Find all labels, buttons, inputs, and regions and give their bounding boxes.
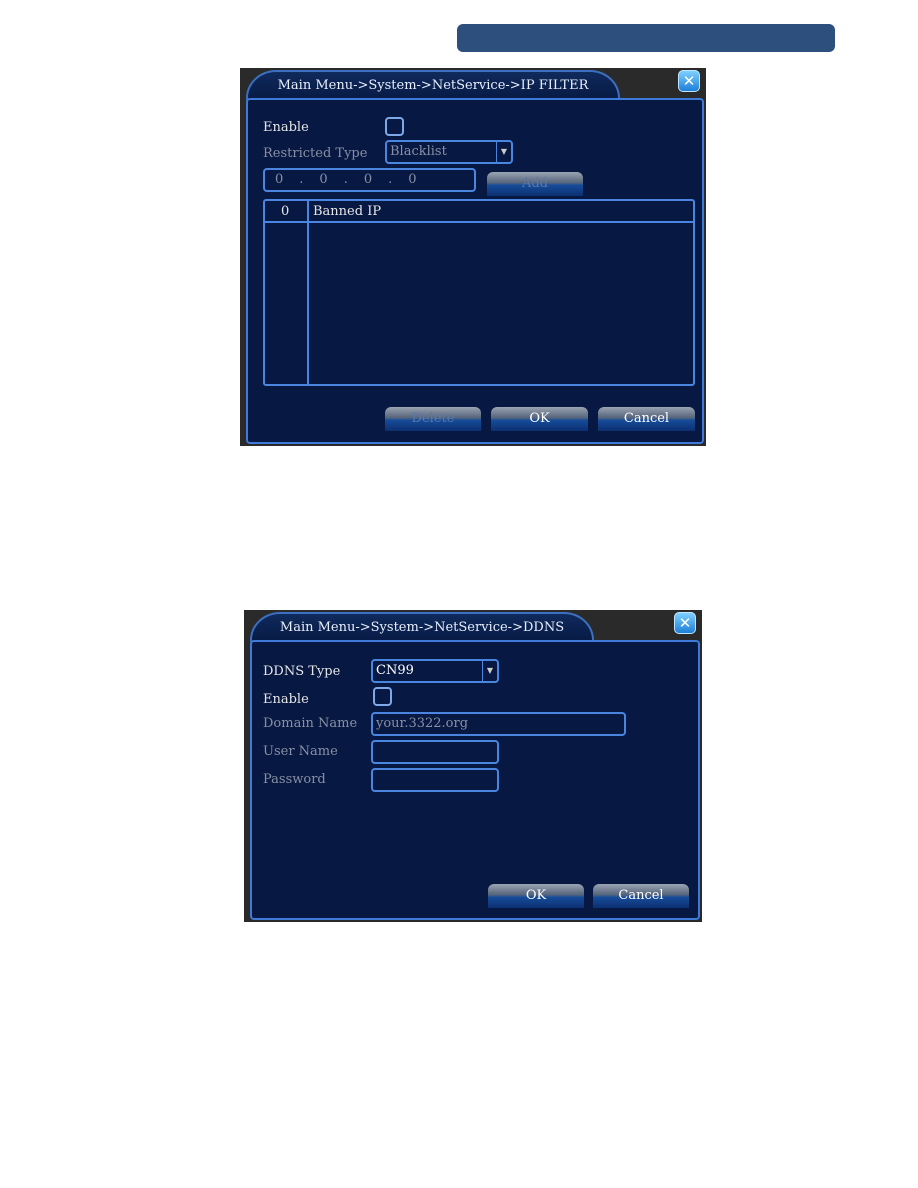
- dialog-body: DDNS Type CN99 ▼ Enable Domain Name your…: [250, 640, 700, 920]
- ddns-type-value: CN99: [376, 663, 414, 678]
- ddns-type-select[interactable]: CN99 ▼: [371, 659, 499, 683]
- enable-label: Enable: [263, 120, 309, 135]
- ddns-type-label: DDNS Type: [263, 664, 341, 679]
- password-label: Password: [263, 772, 326, 787]
- delete-button[interactable]: Delete: [385, 407, 481, 431]
- password-input[interactable]: [371, 768, 499, 792]
- dialog-title: Main Menu->System->NetService->DDNS: [250, 612, 594, 642]
- dialog-title: Main Menu->System->NetService->IP FILTER: [246, 70, 620, 100]
- restricted-type-value: Blacklist: [390, 144, 447, 159]
- ddns-dialog: Main Menu->System->NetService->DDNS ✕ DD…: [244, 610, 702, 922]
- domain-name-input[interactable]: your.3322.org: [371, 712, 626, 736]
- ip-separator: .: [388, 172, 393, 187]
- enable-checkbox[interactable]: [373, 687, 392, 706]
- banned-ip-table: 0 Banned IP: [263, 199, 695, 386]
- chevron-down-icon: ▼: [482, 661, 497, 681]
- ip-octet-2[interactable]: 0: [319, 170, 327, 190]
- restricted-type-label: Restricted Type: [263, 146, 368, 161]
- domain-name-label: Domain Name: [263, 716, 358, 731]
- user-name-input[interactable]: [371, 740, 499, 764]
- chevron-down-icon: ▼: [496, 142, 511, 162]
- restricted-type-select[interactable]: Blacklist ▼: [385, 140, 513, 164]
- ok-button[interactable]: OK: [488, 884, 584, 908]
- ip-address-input[interactable]: 0. 0. 0. 0: [263, 168, 476, 192]
- index-header: 0: [281, 204, 290, 219]
- close-icon[interactable]: ✕: [678, 70, 700, 92]
- ip-filter-dialog: Main Menu->System->NetService->IP FILTER…: [240, 68, 706, 446]
- user-name-label: User Name: [263, 744, 338, 759]
- enable-checkbox[interactable]: [385, 117, 404, 136]
- banned-ip-header: Banned IP: [313, 204, 382, 219]
- close-icon[interactable]: ✕: [674, 612, 696, 634]
- ip-octet-3[interactable]: 0: [364, 170, 372, 190]
- ip-octet-4[interactable]: 0: [408, 170, 416, 190]
- ok-button[interactable]: OK: [491, 407, 588, 431]
- ip-separator: .: [343, 172, 348, 187]
- page-header-bar: [457, 24, 835, 52]
- add-button[interactable]: Add: [487, 172, 583, 196]
- ip-octet-1[interactable]: 0: [275, 170, 283, 190]
- dialog-body: Enable Restricted Type Blacklist ▼ 0. 0.…: [246, 98, 704, 444]
- ip-separator: .: [299, 172, 304, 187]
- cancel-button[interactable]: Cancel: [598, 407, 695, 431]
- enable-label: Enable: [263, 692, 309, 707]
- cancel-button[interactable]: Cancel: [593, 884, 689, 908]
